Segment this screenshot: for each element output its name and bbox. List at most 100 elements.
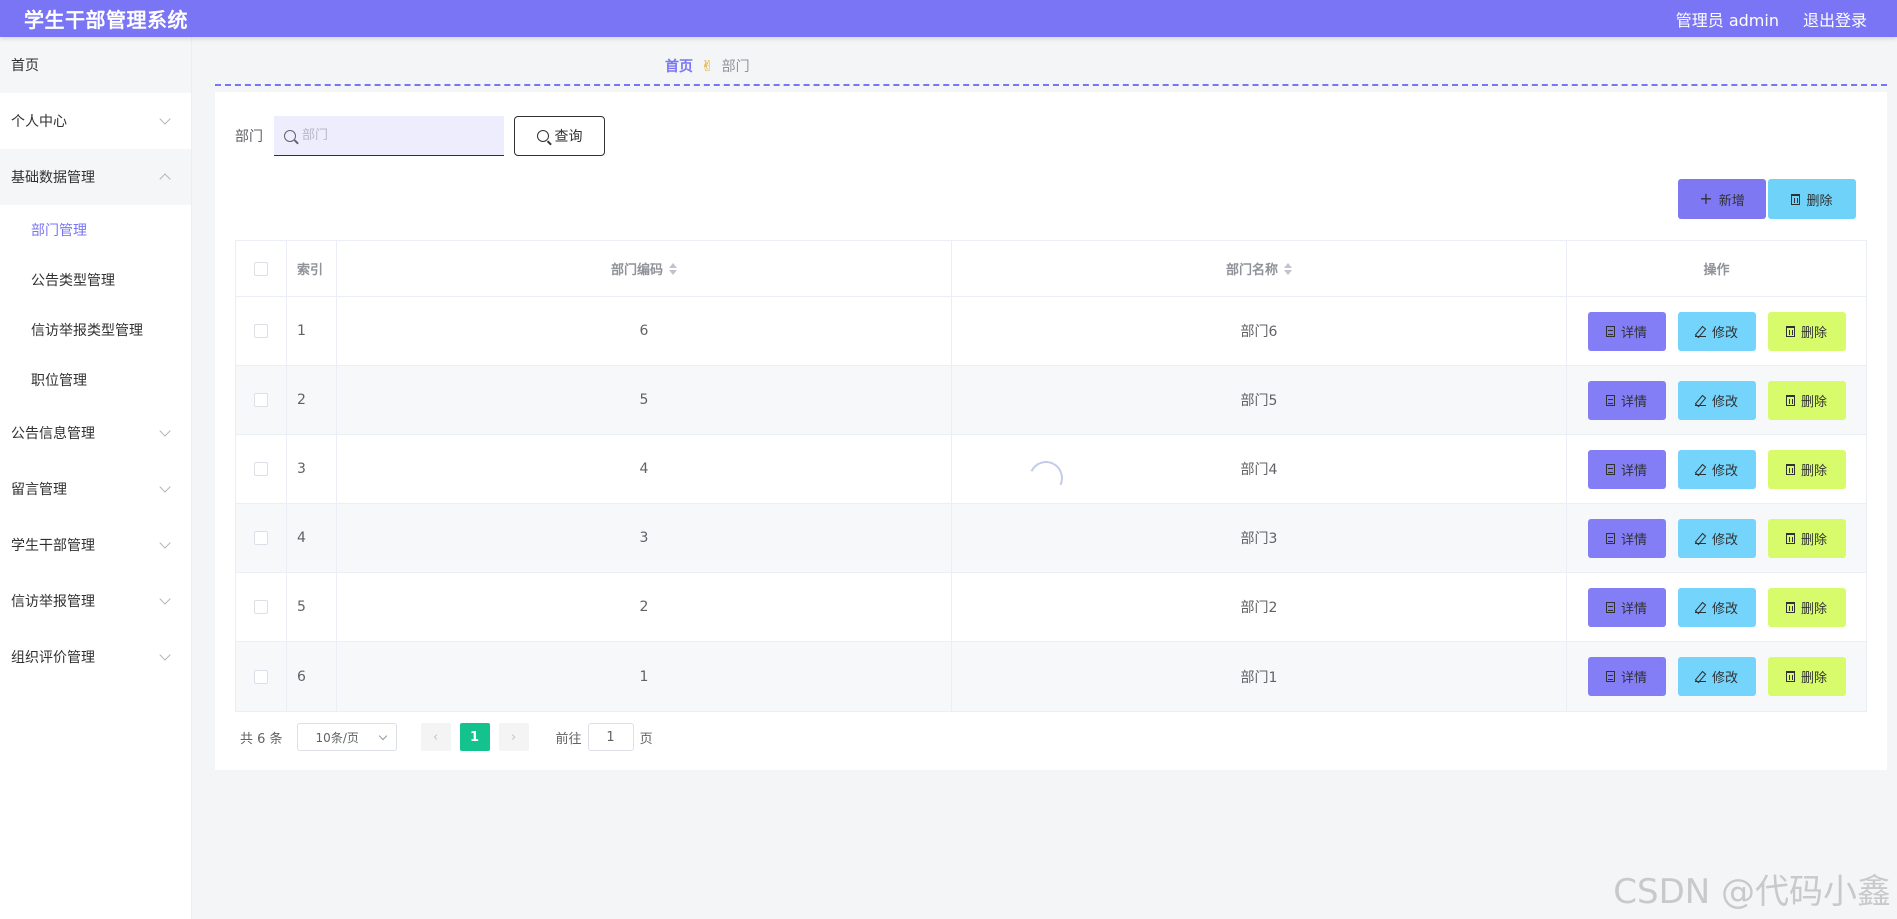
page-number-current[interactable]: 1 <box>459 723 490 751</box>
search-bar: 部门 查询 <box>235 116 605 156</box>
next-page-button[interactable]: › <box>498 723 529 751</box>
cell-name: 部门1 <box>952 642 1567 711</box>
edit-button[interactable]: 修改 <box>1677 518 1756 558</box>
detail-label: 详情 <box>1620 463 1647 479</box>
cell-name: 部门5 <box>952 366 1567 434</box>
chevron-down-icon <box>159 113 171 125</box>
trash-icon <box>1785 532 1795 544</box>
cell-code: 2 <box>337 573 952 641</box>
edit-button[interactable]: 修改 <box>1677 449 1756 489</box>
search-field[interactable] <box>274 116 504 156</box>
detail-button[interactable]: 详情 <box>1587 587 1666 627</box>
search-input[interactable] <box>302 128 482 143</box>
breadcrumb-current: 部门 <box>721 59 750 75</box>
detail-button[interactable]: 详情 <box>1587 657 1666 696</box>
query-button[interactable]: 查询 <box>514 116 605 156</box>
sidebar-subitem-notice-type[interactable]: 公告类型管理 <box>0 255 191 305</box>
row-checkbox[interactable] <box>254 393 268 407</box>
prev-page-button[interactable]: ‹ <box>420 723 451 751</box>
delete-button[interactable]: 删除 <box>1767 518 1846 558</box>
detail-button[interactable]: 详情 <box>1587 380 1666 420</box>
sidebar-item-personal-center[interactable]: 个人中心 <box>0 93 191 149</box>
table-row: 1 6 部门6 详情 修改 删除 <box>236 297 1866 366</box>
edit-icon <box>1694 464 1706 475</box>
header-ops: 操作 <box>1703 263 1730 278</box>
cell-ops: 详情 修改 删除 <box>1567 297 1866 365</box>
table-row: 4 3 部门3 详情 修改 删除 <box>236 504 1866 573</box>
total-count: 共 6 条 <box>240 731 283 747</box>
logout-button[interactable]: 退出登录 <box>1803 7 1867 31</box>
sidebar-item-notice[interactable]: 公告信息管理 <box>0 405 191 461</box>
goto-page-input[interactable] <box>587 723 634 751</box>
sidebar-item-basic-data[interactable]: 基础数据管理 <box>0 149 191 205</box>
header-code[interactable]: 部门编码 <box>337 241 952 296</box>
detail-button[interactable]: 详情 <box>1587 449 1666 489</box>
hand-icon: ✌ <box>701 57 714 75</box>
edit-button[interactable]: 修改 <box>1677 311 1756 351</box>
row-checkbox[interactable] <box>254 531 268 545</box>
cell-ops: 详情 修改 删除 <box>1567 573 1866 641</box>
sort-icon[interactable] <box>1284 262 1292 275</box>
detail-button[interactable]: 详情 <box>1587 518 1666 558</box>
top-bar: 学生干部管理系统 管理员 admin 退出登录 <box>0 0 1897 37</box>
document-icon <box>1605 601 1615 613</box>
header-name-label: 部门名称 <box>1225 263 1278 278</box>
edit-label: 修改 <box>1711 394 1738 410</box>
sidebar-subitem-report-type[interactable]: 信访举报类型管理 <box>0 305 191 355</box>
sidebar-item-home[interactable]: 首页 <box>0 37 191 93</box>
batch-delete-button[interactable]: 删除 <box>1768 179 1856 219</box>
edit-button[interactable]: 修改 <box>1677 587 1756 627</box>
batch-delete-label: 删除 <box>1806 193 1833 209</box>
sidebar-subitem-department[interactable]: 部门管理 <box>0 205 191 255</box>
row-checkbox[interactable] <box>254 600 268 614</box>
breadcrumb-home[interactable]: 首页 <box>665 56 693 76</box>
row-checkbox[interactable] <box>254 462 268 476</box>
cell-index: 1 <box>287 297 337 365</box>
header-index: 索引 <box>287 241 337 296</box>
delete-button[interactable]: 删除 <box>1767 657 1846 696</box>
sidebar-item-label: 学生干部管理 <box>11 538 95 554</box>
delete-label: 删除 <box>1800 325 1827 341</box>
sort-icon[interactable] <box>669 262 677 275</box>
cell-index: 4 <box>287 504 337 572</box>
sidebar-item-evaluation[interactable]: 组织评价管理 <box>0 629 191 685</box>
user-label[interactable]: 管理员 admin <box>1676 7 1779 31</box>
plus-icon: + <box>1699 189 1713 208</box>
detail-label: 详情 <box>1620 601 1647 617</box>
detail-label: 详情 <box>1620 671 1647 686</box>
cell-ops: 详情 修改 删除 <box>1567 504 1866 572</box>
sidebar-item-report[interactable]: 信访举报管理 <box>0 573 191 629</box>
sidebar-subitem-position[interactable]: 职位管理 <box>0 355 191 405</box>
edit-icon <box>1694 326 1706 337</box>
table-row: 5 2 部门2 详情 修改 删除 <box>236 573 1866 642</box>
page-size-value: 10条/页 <box>315 730 359 745</box>
row-checkbox[interactable] <box>254 669 268 684</box>
sidebar-submenu: 部门管理 公告类型管理 信访举报类型管理 职位管理 <box>0 205 191 405</box>
edit-button[interactable]: 修改 <box>1677 657 1756 696</box>
sidebar-item-message[interactable]: 留言管理 <box>0 461 191 517</box>
page-size-select[interactable]: 10条/页 <box>296 723 397 751</box>
delete-button[interactable]: 删除 <box>1767 449 1846 489</box>
header-name[interactable]: 部门名称 <box>952 241 1567 296</box>
chevron-down-icon <box>159 481 171 493</box>
document-icon <box>1605 671 1615 682</box>
cell-code: 1 <box>337 642 952 711</box>
breadcrumb: 首页 ✌ 部门 <box>665 56 750 76</box>
delete-button[interactable]: 删除 <box>1767 311 1846 351</box>
delete-button[interactable]: 删除 <box>1767 380 1846 420</box>
edit-button[interactable]: 修改 <box>1677 380 1756 420</box>
cell-ops: 详情 修改 删除 <box>1567 366 1866 434</box>
edit-icon <box>1694 671 1706 682</box>
sidebar-item-student-cadre[interactable]: 学生干部管理 <box>0 517 191 573</box>
select-all-checkbox[interactable] <box>254 261 268 276</box>
delete-button[interactable]: 删除 <box>1767 587 1846 627</box>
row-checkbox[interactable] <box>254 324 268 338</box>
detail-button[interactable]: 详情 <box>1587 311 1666 351</box>
query-button-label: 查询 <box>554 129 583 145</box>
goto-page: 前往 页 <box>556 723 653 751</box>
chevron-down-icon <box>159 537 171 549</box>
trash-icon <box>1785 325 1795 337</box>
add-button[interactable]: + 新增 <box>1678 179 1766 219</box>
add-button-label: 新增 <box>1718 193 1745 209</box>
trash-icon <box>1785 601 1795 613</box>
